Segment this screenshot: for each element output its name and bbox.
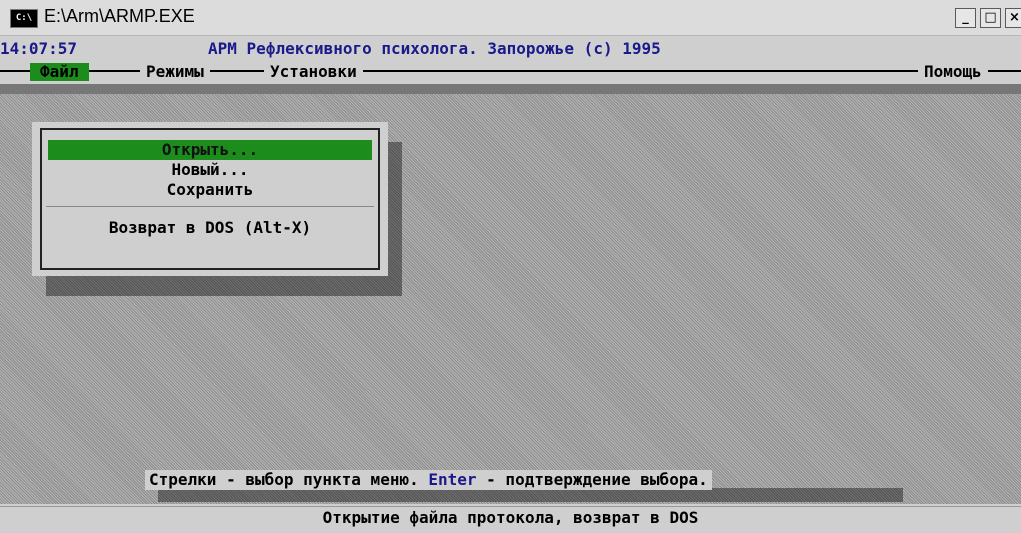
desktop-shade [0,84,1021,94]
dos-screen: 14:07:57 АРМ Рефлексивного психолога. За… [0,36,1021,533]
menu-separator [46,206,374,207]
file-menu-dropdown: Открыть... Новый... Сохранить Возврат в … [32,122,388,276]
cmd-icon: C:\ [10,9,38,28]
hint-shadow [158,488,903,502]
hint-text-2: - подтверждение выбора. [476,470,708,489]
status-line: Открытие файла протокола, возврат в DOS [0,506,1021,529]
menu-item-open[interactable]: Открыть... [48,140,372,160]
menu-item-save[interactable]: Сохранить [48,180,372,200]
window-titlebar[interactable]: C:\ E:\Arm\ARMP.EXE _ □ × [0,0,1021,36]
menu-help[interactable]: Помощь [918,63,988,81]
window-title: E:\Arm\ARMP.EXE [44,6,195,26]
menu-item-exit-dos[interactable]: Возврат в DOS (Alt-X) [48,218,372,238]
clock: 14:07:57 [0,39,78,58]
hint-text-1: Стрелки - выбор пункта меню. [149,470,429,489]
menu-settings[interactable]: Установки [264,63,363,81]
close-button[interactable]: × [1005,8,1021,28]
menu-file[interactable]: Файл [30,63,89,81]
console-window: C:\ E:\Arm\ARMP.EXE _ □ × 14:07:57 АРМ Р… [0,0,1021,533]
menu-modes[interactable]: Режимы [140,63,210,81]
maximize-button[interactable]: □ [980,8,1001,28]
minimize-button[interactable]: _ [955,8,976,28]
hint-bar: Стрелки - выбор пункта меню. Enter - под… [145,470,712,490]
menu-item-new[interactable]: Новый... [48,160,372,180]
hint-key: Enter [428,470,477,489]
menu-bar: Файл Режимы Установки Помощь [0,60,1021,82]
file-menu-frame: Открыть... Новый... Сохранить Возврат в … [40,128,380,270]
app-title: АРМ Рефлексивного психолога. Запорожье (… [208,39,661,58]
